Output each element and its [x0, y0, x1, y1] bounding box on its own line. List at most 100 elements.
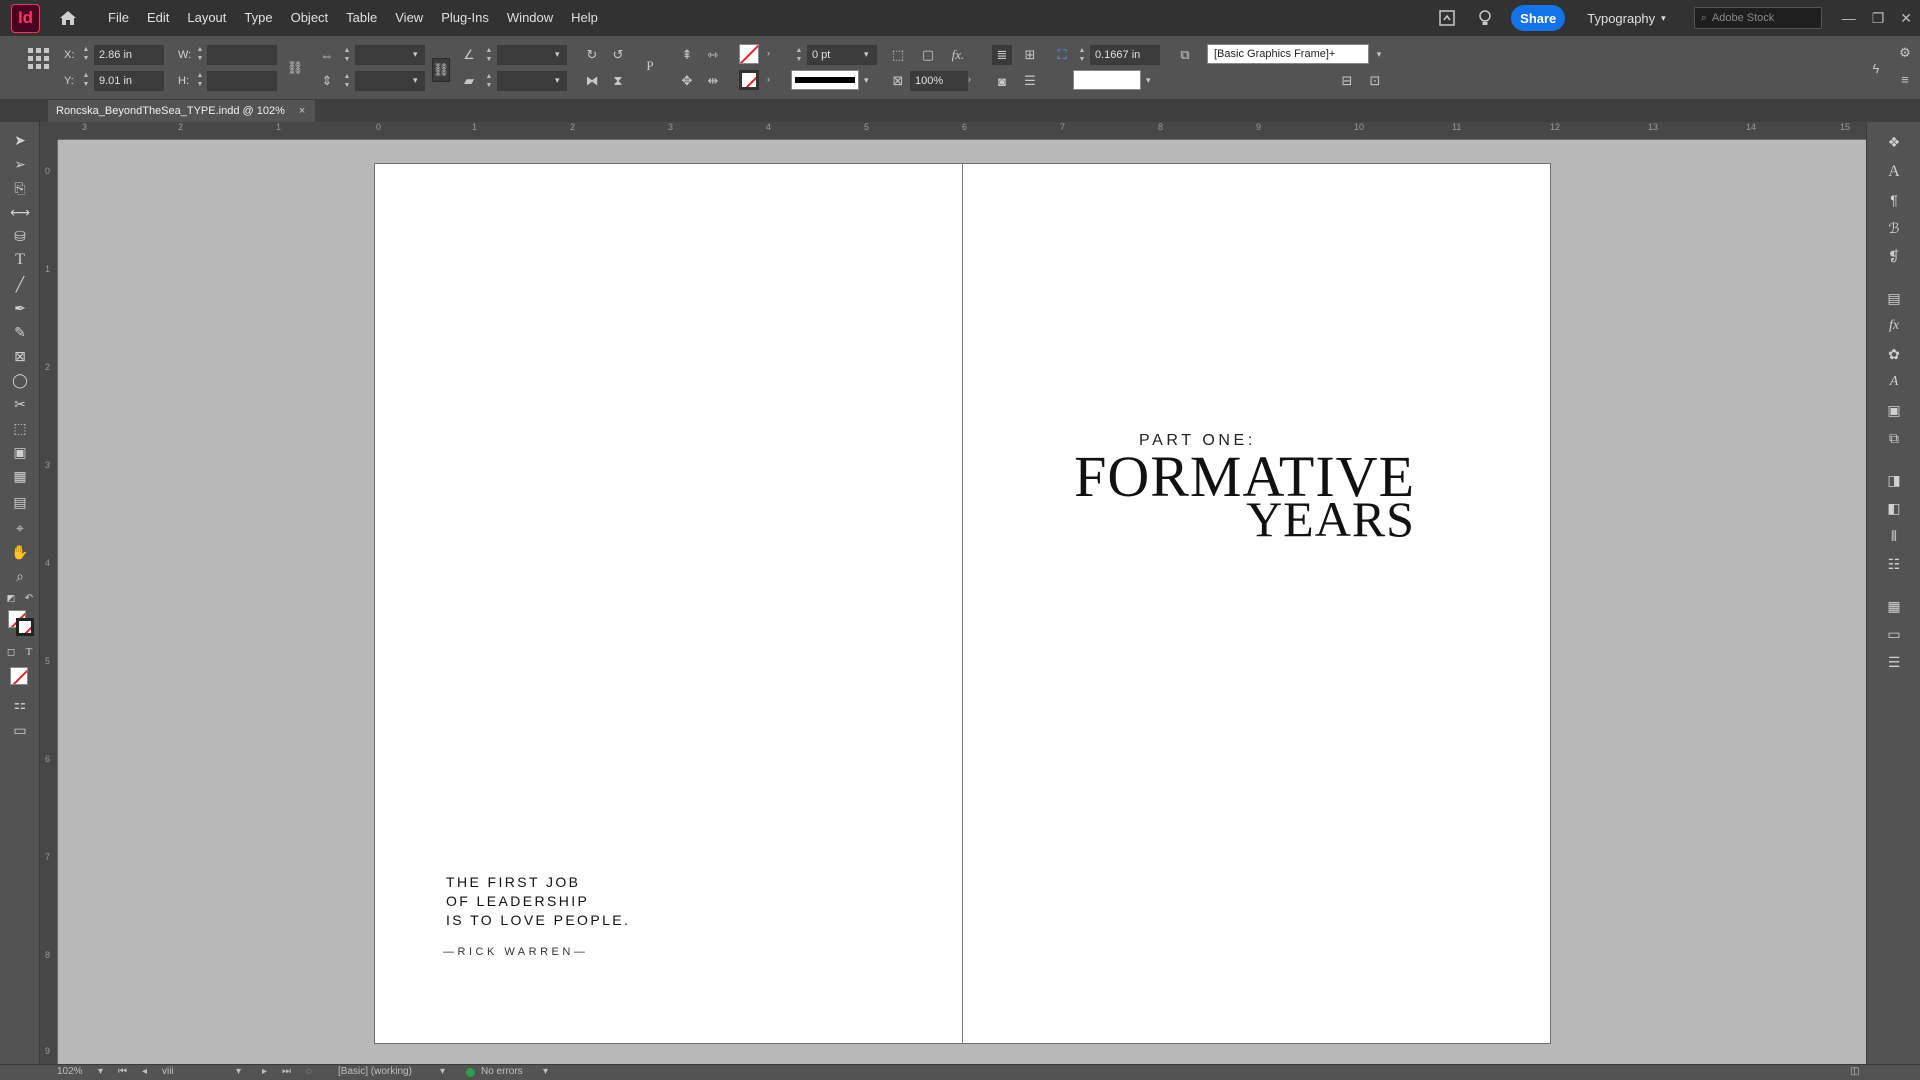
object-style-icon[interactable]: ⧉ — [1175, 45, 1195, 65]
menu-help[interactable]: Help — [562, 0, 607, 36]
drop-shadow-icon[interactable]: ▢ — [918, 45, 938, 65]
menu-file[interactable]: File — [99, 0, 138, 36]
y-field[interactable]: 9.01 in — [94, 71, 164, 91]
rotation-stepper[interactable]: ▲ ▼ — [484, 46, 494, 64]
lightbulb-icon[interactable] — [1473, 6, 1497, 30]
screen-mode-icon[interactable]: ▭ — [9, 720, 31, 740]
rectangle-frame-tool-icon[interactable]: ⊠ — [9, 346, 31, 366]
stroke-type-swatch[interactable] — [791, 70, 859, 90]
character-panel-icon[interactable]: A — [1884, 162, 1904, 182]
chevron-down-icon[interactable]: ▾ — [864, 49, 869, 60]
stroke-panel-icon[interactable]: ◧ — [1884, 498, 1904, 518]
adobe-stock-search[interactable]: ⌕ Adobe Stock — [1693, 7, 1822, 29]
flip-horizontal-icon[interactable]: ⧓ — [582, 71, 602, 91]
hand-tool-icon[interactable]: ✋ — [9, 542, 31, 562]
style-options-icon[interactable]: ⊡ — [1365, 71, 1385, 91]
vertical-ruler[interactable]: 0 1 2 3 4 5 6 7 8 9 — [40, 140, 58, 1068]
workspace-switcher[interactable]: Typography ▾ — [1587, 11, 1665, 26]
publish-online-icon[interactable] — [1435, 6, 1459, 30]
align-panel-icon[interactable]: ⫴ — [1884, 526, 1904, 546]
menu-type[interactable]: Type — [235, 0, 281, 36]
text-wrap-panel-icon[interactable]: ▣ — [1884, 400, 1904, 420]
chevron-down-icon[interactable]: ▾ — [543, 1066, 548, 1077]
menu-edit[interactable]: Edit — [138, 0, 178, 36]
chapter-title-line2[interactable]: YEARS — [1246, 490, 1415, 548]
object-style-dropdown[interactable]: [Basic Graphics Frame]+ — [1207, 44, 1369, 64]
zoom-tool-icon[interactable]: ⌕ — [9, 566, 31, 586]
gradient-feather-tool-icon[interactable]: ▦ — [9, 466, 31, 486]
scale-x-stepper[interactable]: ▲ ▼ — [342, 46, 352, 64]
chevron-down-icon[interactable]: ▾ — [555, 75, 560, 86]
panel-menu-icon[interactable]: ≡ — [1895, 69, 1915, 89]
frame-options-icon[interactable]: ⬚ — [888, 45, 908, 65]
corner-shape-field[interactable] — [1073, 70, 1141, 90]
menu-plugins[interactable]: Plug-Ins — [432, 0, 498, 36]
scissors-tool-icon[interactable]: ✂ — [9, 394, 31, 414]
flip-vertical-icon[interactable]: ⧗ — [608, 71, 628, 91]
y-stepper[interactable]: ▲ ▼ — [81, 71, 91, 89]
effects-panel-icon[interactable]: fx — [1884, 316, 1904, 336]
rotate-ccw-icon[interactable]: ↺ — [608, 45, 628, 65]
object-style-menu-icon[interactable]: ▾ — [1369, 44, 1389, 64]
open-document-icon[interactable]: ◌ — [306, 1066, 312, 1077]
text-wrap-jump-icon[interactable]: ☰ — [1020, 71, 1040, 91]
close-icon[interactable]: ✕ — [1900, 10, 1912, 27]
minimize-icon[interactable]: — — [1842, 10, 1856, 27]
w-stepper[interactable]: ▲ ▼ — [195, 45, 205, 63]
chevron-down-icon[interactable]: ▾ — [864, 75, 869, 86]
quote-attribution[interactable]: —RICK WARREN— — [443, 946, 588, 958]
default-colors-icon[interactable]: ◩ — [4, 588, 18, 608]
pages-panel-icon[interactable]: ▤ — [1884, 288, 1904, 308]
chevron-down-icon[interactable]: ▾ — [555, 49, 560, 60]
properties-panel-icon[interactable]: ☷ — [1884, 554, 1904, 574]
h-field[interactable] — [207, 71, 277, 91]
swatches-panel-icon[interactable]: ✿ — [1884, 344, 1904, 364]
document-tab[interactable]: Roncska_BeyondTheSea_TYPE.indd @ 102% × — [48, 100, 316, 122]
content-collector-icon[interactable]: ⛁ — [9, 226, 31, 246]
glyphs-panel-icon[interactable]: A — [1884, 372, 1904, 392]
pen-tool-icon[interactable]: ✒ — [9, 298, 31, 318]
share-button[interactable]: Share — [1511, 5, 1566, 31]
shear-stepper[interactable]: ▲ ▼ — [484, 72, 494, 90]
text-wrap-none-icon[interactable]: ≣ — [992, 45, 1012, 65]
scale-y-stepper[interactable]: ▲ ▼ — [342, 72, 352, 90]
menu-window[interactable]: Window — [498, 0, 562, 36]
last-page-icon[interactable]: ⏭ — [282, 1066, 291, 1077]
h-stepper[interactable]: ▲ ▼ — [195, 71, 205, 89]
color-panel-icon[interactable]: ▦ — [1884, 596, 1904, 616]
rotate-cw-icon[interactable]: ↻ — [582, 45, 602, 65]
menu-table[interactable]: Table — [337, 0, 386, 36]
selection-tool-icon[interactable]: ➤ — [9, 130, 31, 150]
chevron-down-icon[interactable]: ▾ — [1146, 75, 1151, 86]
quick-apply-icon[interactable]: ϟ — [1866, 58, 1886, 78]
more-panels-icon[interactable]: ☰ — [1884, 652, 1904, 672]
link-scale-icon[interactable]: ⛓ — [432, 58, 450, 82]
effects-icon[interactable]: fx. — [948, 45, 968, 65]
stroke-proxy[interactable] — [16, 618, 34, 636]
page-tool-icon[interactable]: ⎘ — [9, 178, 31, 198]
select-content-icon[interactable]: ✥ — [677, 71, 697, 91]
close-icon[interactable]: × — [299, 105, 305, 117]
next-page-icon[interactable]: ▸ — [262, 1066, 267, 1077]
text-wrap-shape-icon[interactable]: ◙ — [992, 71, 1012, 91]
chevron-down-icon[interactable]: ▾ — [413, 75, 418, 86]
paragraph-panel-icon[interactable]: ¶ — [1884, 190, 1904, 210]
swap-colors-icon[interactable]: ↶ — [22, 588, 36, 608]
constrain-proportions-icon[interactable]: ⛓ — [285, 58, 305, 78]
select-next-icon[interactable]: ⇿ — [703, 45, 723, 65]
gap-tool-icon[interactable]: ⟷ — [9, 202, 31, 222]
line-tool-icon[interactable]: ╱ — [9, 274, 31, 294]
direct-selection-tool-icon[interactable]: ➢ — [9, 154, 31, 174]
split-window-icon[interactable]: ◫ — [1850, 1066, 1859, 1077]
select-container-icon[interactable]: P — [640, 56, 660, 76]
layers-panel-icon[interactable]: ◨ — [1884, 470, 1904, 490]
free-transform-tool-icon[interactable]: ⬚ — [9, 418, 31, 438]
inset-field[interactable]: 0.1667 in — [1090, 45, 1160, 65]
distribute-icon[interactable]: ⇹ — [703, 71, 723, 91]
preflight-errors[interactable]: No errors — [481, 1066, 523, 1077]
apply-none-icon[interactable] — [10, 667, 28, 685]
gradient-swatch-tool-icon[interactable]: ▣ — [9, 442, 31, 462]
previous-page-icon[interactable]: ◂ — [142, 1066, 147, 1077]
eyedropper-tool-icon[interactable]: ⌖ — [9, 518, 31, 538]
stroke-swatch[interactable] — [739, 70, 759, 90]
